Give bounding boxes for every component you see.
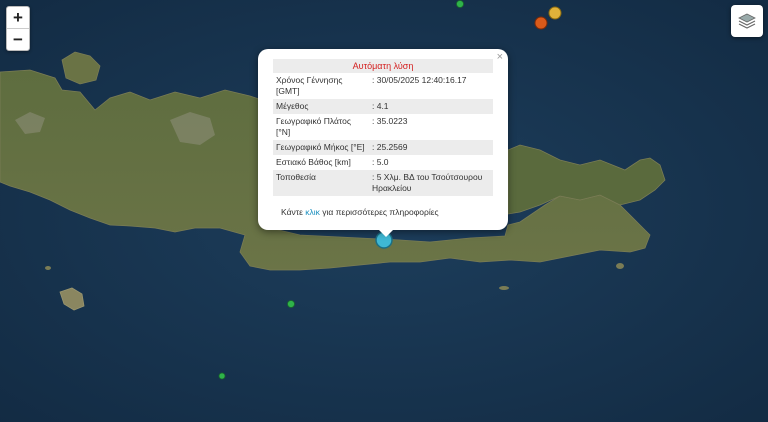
- quake-marker[interactable]: [218, 372, 226, 380]
- table-row: Χρόνος Γέννησης [GMT]: 30/05/2025 12:40:…: [273, 73, 493, 99]
- info-value: : 4.1: [369, 99, 493, 114]
- popup-tip: [378, 229, 394, 237]
- table-row: Γεωγραφικό Πλάτος [°N]: 35.0223: [273, 114, 493, 140]
- info-key: Γεωγραφικό Μήκος [°E]: [273, 140, 369, 155]
- small-islet: [45, 266, 51, 270]
- table-row: Μέγεθος: 4.1: [273, 99, 493, 114]
- info-key: Μέγεθος: [273, 99, 369, 114]
- info-value: : 5.0: [369, 155, 493, 170]
- small-islet: [616, 263, 624, 269]
- quake-marker[interactable]: [548, 6, 562, 20]
- info-value: : 5 Χλμ. ΒΔ του Τσούτσουρου Ηρακλείου: [369, 170, 493, 196]
- info-key: Τοποθεσία: [273, 170, 369, 196]
- quake-marker[interactable]: [456, 0, 464, 8]
- quake-marker[interactable]: [287, 300, 295, 308]
- footer-text: Κάντε: [281, 207, 306, 217]
- table-row: Γεωγραφικό Μήκος [°E]: 25.2569: [273, 140, 493, 155]
- quake-marker[interactable]: [534, 16, 548, 30]
- popup-close-button[interactable]: ×: [497, 51, 503, 63]
- popup-info-table: Χρόνος Γέννησης [GMT]: 30/05/2025 12:40:…: [273, 73, 493, 196]
- info-value: : 30/05/2025 12:40:16.17: [369, 73, 493, 99]
- info-value: : 25.2569: [369, 140, 493, 155]
- zoom-control: + −: [6, 6, 30, 51]
- popup-title: Αυτόματη λύση: [273, 59, 493, 73]
- small-islet: [499, 286, 509, 290]
- popup-footer: Κάντε κλικ για περισσότερες πληροφορίες: [273, 207, 501, 217]
- layers-icon: [738, 13, 756, 29]
- zoom-in-button[interactable]: +: [7, 7, 29, 28]
- layers-button[interactable]: [731, 5, 763, 37]
- more-info-link[interactable]: κλικ: [305, 207, 320, 217]
- footer-text: για περισσότερες πληροφορίες: [319, 207, 439, 217]
- table-row: Τοποθεσία: 5 Χλμ. ΒΔ του Τσούτσουρου Ηρα…: [273, 170, 493, 196]
- info-key: Γεωγραφικό Πλάτος [°N]: [273, 114, 369, 140]
- info-value: : 35.0223: [369, 114, 493, 140]
- zoom-out-button[interactable]: −: [7, 28, 29, 50]
- info-key: Χρόνος Γέννησης [GMT]: [273, 73, 369, 99]
- info-key: Εστιακό Βάθος [km]: [273, 155, 369, 170]
- table-row: Εστιακό Βάθος [km]: 5.0: [273, 155, 493, 170]
- earthquake-popup: × Αυτόματη λύση Χρόνος Γέννησης [GMT]: 3…: [258, 49, 508, 230]
